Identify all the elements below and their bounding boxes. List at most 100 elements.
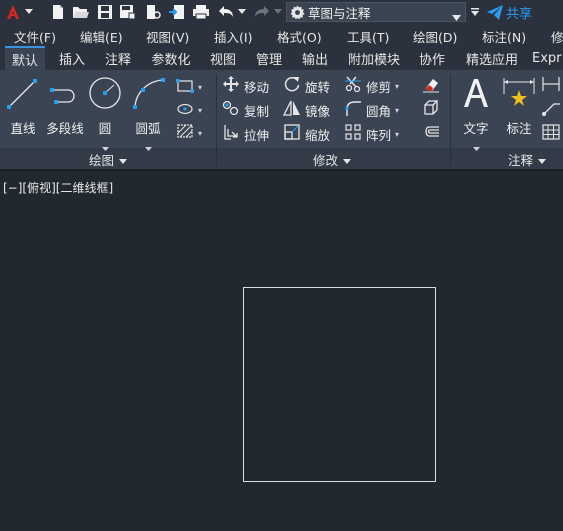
chevron-down-icon	[343, 152, 352, 167]
move-label: 移动	[244, 79, 270, 95]
ellipse-icon	[176, 101, 194, 120]
explode-tool[interactable]	[421, 100, 441, 120]
drawing-viewport[interactable]: [−][俯视][二维线框]	[0, 169, 563, 531]
new-file-icon[interactable]	[48, 0, 68, 24]
array-dropdown-icon: ▾	[395, 129, 400, 139]
array-tool[interactable]: 阵列 ▾	[344, 124, 399, 144]
viewport-controls-label[interactable]: [−][俯视][二维线框]	[3, 179, 113, 196]
drawn-rectangle[interactable]	[243, 287, 436, 482]
save-icon[interactable]	[95, 0, 115, 24]
polyline-icon	[46, 74, 84, 116]
scale-tool[interactable]: 缩放	[283, 124, 330, 144]
trim-icon	[344, 75, 362, 97]
tab-default[interactable]: 默认	[5, 46, 45, 70]
rectangle-icon	[176, 78, 194, 97]
arc-icon	[130, 74, 166, 116]
app-menu-chevron-icon[interactable]	[24, 0, 34, 24]
open-file-icon[interactable]	[71, 0, 91, 24]
polyline-tool[interactable]: 多段线	[44, 74, 86, 137]
stretch-tool[interactable]: 拉伸	[222, 124, 269, 144]
trim-tool[interactable]: 修剪 ▾	[344, 76, 399, 96]
move-tool[interactable]: 移动	[222, 76, 269, 96]
menu-modify[interactable]: 修	[551, 27, 563, 46]
arc-label: 圆弧	[135, 121, 161, 136]
text-tool[interactable]: 文字	[458, 74, 494, 156]
polyline-label: 多段线	[46, 121, 84, 136]
plot-preview-icon[interactable]	[143, 0, 163, 24]
tab-insert[interactable]: 插入	[52, 46, 92, 70]
undo-dropdown-icon[interactable]	[237, 0, 247, 24]
share-icon	[487, 4, 503, 20]
chevron-down-icon	[538, 152, 547, 167]
share-label: 共享	[506, 6, 533, 22]
share-button[interactable]: 共享	[487, 2, 532, 22]
rotate-label: 旋转	[305, 79, 331, 95]
ellipse-tool[interactable]: ▾	[176, 100, 202, 120]
menu-edit[interactable]: 编辑(E)	[80, 27, 123, 46]
import-icon[interactable]	[167, 0, 187, 24]
move-icon	[222, 75, 240, 97]
trim-label: 修剪	[366, 79, 392, 95]
tab-output[interactable]: 输出	[295, 46, 335, 70]
draw-panel-title[interactable]: 绘图	[89, 150, 128, 169]
mirror-label: 镜像	[305, 103, 331, 119]
tab-express[interactable]: Expr	[532, 46, 563, 70]
fillet-label: 圆角	[366, 103, 392, 119]
save-as-icon[interactable]	[118, 0, 138, 24]
hatch-icon	[176, 123, 194, 143]
tab-addins[interactable]: 附加模块	[342, 46, 406, 70]
text-label: 文字	[463, 121, 489, 136]
trim-dropdown-icon: ▾	[395, 81, 400, 91]
chevron-down-icon	[119, 152, 128, 167]
tab-featured-apps[interactable]: 精选应用	[459, 46, 525, 70]
ribbon-tabs: 默认 插入 注释 参数化 视图 管理 输出 附加模块 协作 精选应用 Expr	[0, 46, 563, 70]
menu-tools[interactable]: 工具(T)	[347, 27, 389, 46]
erase-tool[interactable]	[421, 76, 441, 96]
offset-tool[interactable]	[421, 124, 441, 144]
tab-view[interactable]: 视图	[203, 46, 243, 70]
ellipse-dropdown-icon: ▾	[198, 105, 203, 115]
tab-collaborate[interactable]: 协作	[412, 46, 452, 70]
scale-label: 缩放	[305, 127, 331, 143]
menu-format[interactable]: 格式(O)	[277, 27, 322, 46]
rectangle-tool[interactable]: ▾	[176, 77, 202, 97]
redo-dropdown-icon[interactable]	[273, 0, 283, 24]
circle-tool[interactable]: 圆	[88, 74, 122, 156]
dimension-tool[interactable]: 标注	[500, 74, 538, 137]
array-icon	[344, 123, 362, 145]
annotation-panel-title-text: 注释	[508, 153, 534, 168]
app-logo-icon[interactable]	[4, 0, 22, 24]
hatch-tool[interactable]: ▾	[176, 123, 202, 143]
menu-insert[interactable]: 插入(I)	[214, 27, 252, 46]
menu-view[interactable]: 视图(V)	[146, 27, 189, 46]
tab-parametric[interactable]: 参数化	[146, 46, 196, 70]
copy-tool[interactable]: 复制	[222, 100, 269, 120]
explode-icon	[421, 99, 441, 121]
tab-annotate[interactable]: 注释	[98, 46, 138, 70]
menu-file[interactable]: 文件(F)	[14, 27, 56, 46]
redo-icon[interactable]	[252, 0, 272, 24]
rotate-tool[interactable]: 旋转	[283, 76, 330, 96]
workspace-label: 草图与注释	[308, 5, 371, 21]
gear-icon	[290, 4, 305, 20]
table-tool[interactable]	[541, 124, 561, 144]
menu-dimension[interactable]: 标注(N)	[482, 27, 526, 46]
workspace-menu-icon[interactable]	[468, 0, 482, 24]
annotation-panel-title[interactable]: 注释	[508, 150, 547, 169]
menu-bar: 文件(F) 编辑(E) 视图(V) 插入(I) 格式(O) 工具(T) 绘图(D…	[0, 24, 563, 46]
linear-dimension-tool[interactable]	[541, 76, 561, 96]
tab-manage[interactable]: 管理	[249, 46, 289, 70]
print-icon[interactable]	[191, 0, 211, 24]
workspace-select[interactable]: 草图与注释	[286, 2, 466, 22]
mirror-tool[interactable]: 镜像	[282, 100, 331, 120]
arc-tool[interactable]: 圆弧	[130, 74, 166, 156]
menu-draw[interactable]: 绘图(D)	[413, 27, 457, 46]
undo-icon[interactable]	[216, 0, 236, 24]
line-tool[interactable]: 直线	[6, 74, 40, 137]
text-dropdown-icon	[472, 137, 480, 156]
line-label: 直线	[10, 121, 36, 136]
circle-icon	[88, 74, 122, 116]
modify-panel-title[interactable]: 修改	[313, 150, 352, 169]
leader-tool[interactable]	[541, 100, 561, 120]
fillet-tool[interactable]: 圆角 ▾	[344, 100, 399, 120]
